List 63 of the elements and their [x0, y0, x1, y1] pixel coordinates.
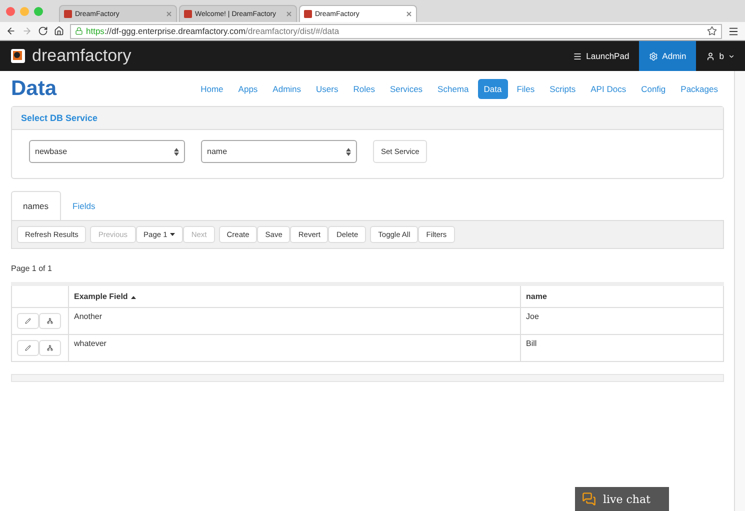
nav-link[interactable]: Apps: [232, 78, 264, 98]
favicon-icon: [64, 10, 72, 18]
hierarchy-icon: [47, 318, 53, 324]
page-title: Data: [11, 76, 57, 100]
column-header[interactable]: name: [520, 284, 724, 308]
url-text: https://df-ggg.enterprise.dreamfactory.com/dreamfactory/dist/#/data: [86, 26, 340, 36]
menu-icon: [573, 52, 582, 60]
maximize-window-icon[interactable]: [34, 6, 43, 16]
nav-link[interactable]: Scripts: [544, 78, 582, 98]
lock-icon: [75, 27, 83, 35]
hierarchy-icon: [47, 345, 53, 351]
pencil-icon: [25, 318, 31, 324]
forward-icon[interactable]: [22, 26, 32, 36]
settings-icon: [649, 52, 658, 60]
nav-link[interactable]: Home: [194, 78, 230, 98]
table-cell: Another: [68, 308, 520, 334]
pencil-icon: [25, 345, 31, 351]
nav-link[interactable]: Files: [510, 78, 541, 98]
table-cell: Joe: [520, 308, 724, 334]
select-arrows-icon: [174, 148, 179, 156]
favicon-icon: [304, 10, 312, 18]
caret-icon: [728, 52, 735, 60]
chat-bubbles-icon: [582, 492, 596, 506]
relations-button[interactable]: [39, 313, 61, 329]
table-cell: Bill: [520, 334, 724, 362]
close-window-icon[interactable]: [6, 6, 15, 16]
select-arrows-icon: [346, 148, 351, 156]
navbar-item[interactable]: b: [696, 41, 745, 71]
live-chat-button[interactable]: live chat: [575, 487, 669, 511]
navbar-item[interactable]: LaunchPad: [563, 41, 640, 71]
nav-link[interactable]: API Docs: [584, 78, 632, 98]
back-icon[interactable]: [6, 26, 16, 36]
nav-link[interactable]: Services: [384, 78, 429, 98]
scrollbar[interactable]: [734, 71, 745, 511]
table-cell: whatever: [68, 334, 520, 362]
close-icon[interactable]: [166, 11, 172, 17]
nav-link[interactable]: Data: [478, 78, 508, 98]
address-field[interactable]: https://df-ggg.enterprise.dreamfactory.com/dreamfactory/dist/#/data: [70, 24, 722, 38]
nav-link[interactable]: Admins: [266, 78, 308, 98]
tab[interactable]: names: [11, 191, 61, 220]
user-icon: [706, 52, 716, 60]
nav-link[interactable]: Schema: [432, 78, 475, 98]
menu-icon[interactable]: [728, 26, 739, 36]
navbar-item[interactable]: Admin: [639, 41, 696, 71]
relations-button[interactable]: [39, 340, 61, 356]
favicon-icon: [184, 10, 192, 18]
reload-icon[interactable]: [38, 26, 48, 36]
select-field[interactable]: name: [201, 140, 357, 163]
nav-link[interactable]: Users: [310, 78, 344, 98]
close-icon[interactable]: [286, 11, 292, 17]
minimize-window-icon[interactable]: [20, 6, 29, 16]
brand-name: dreamfactory: [32, 46, 132, 66]
star-icon[interactable]: [707, 26, 717, 36]
select-field[interactable]: newbase: [29, 140, 185, 163]
column-header[interactable]: Example Field: [68, 284, 520, 308]
nav-link[interactable]: Roles: [347, 78, 381, 98]
close-icon[interactable]: [406, 11, 412, 17]
home-icon[interactable]: [54, 26, 64, 36]
page-count: Page 1 of 1: [11, 264, 53, 273]
logo-icon: [10, 48, 26, 64]
nav-link[interactable]: Config: [635, 78, 672, 98]
nav-link[interactable]: Packages: [674, 78, 724, 98]
panel-title: Select DB Service: [12, 107, 723, 130]
